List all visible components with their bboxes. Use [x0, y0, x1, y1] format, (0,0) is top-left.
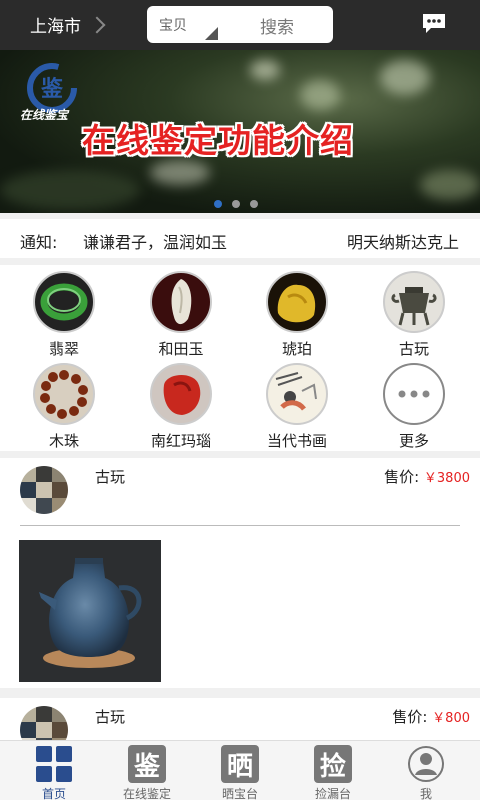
divider: [20, 525, 460, 526]
user-icon: [408, 746, 444, 782]
svg-text:鉴: 鉴: [40, 77, 64, 102]
category-label: 琥珀: [281, 340, 312, 358]
chevron-right-icon: [88, 16, 106, 33]
nav-showcase[interactable]: 晒 晒宝台: [192, 745, 288, 800]
amber-icon: [266, 271, 328, 333]
showcase-icon: 晒: [221, 745, 259, 783]
notice-bar[interactable]: 通知: 谦谦君子，温润如玉 明天纳斯达克上: [0, 219, 480, 258]
category-label: 翡翠: [48, 340, 79, 358]
category-jade[interactable]: 翡翠: [14, 271, 114, 359]
more-icon: [383, 363, 445, 425]
category-label: 南红玛瑙: [150, 432, 211, 450]
price-value: ￥3800: [423, 471, 470, 486]
nav-home[interactable]: 首页: [6, 745, 102, 800]
search-button[interactable]: 搜索: [260, 13, 294, 38]
price-value: ￥800: [432, 711, 470, 726]
logo-text: 在线鉴宝: [20, 108, 69, 122]
banner-title: 在线鉴定功能介绍: [82, 121, 354, 160]
product-card[interactable]: 古玩 售价: ￥3800: [0, 458, 480, 688]
price-label: 售价:: [384, 468, 420, 486]
search-category[interactable]: 宝贝: [159, 15, 187, 35]
red-agate-icon: [150, 363, 212, 425]
product-card[interactable]: 古玩 售价: ￥800: [0, 698, 480, 742]
carousel-dots: [214, 200, 258, 208]
city-label: 上海市: [30, 17, 81, 37]
nav-label: 晒宝台: [221, 787, 258, 800]
search-bar[interactable]: 宝贝 搜索: [147, 6, 333, 43]
city-selector[interactable]: 上海市: [30, 12, 106, 37]
painting-icon: [266, 363, 328, 425]
category-hetian-jade[interactable]: 和田玉: [131, 271, 231, 359]
category-red-agate[interactable]: 南红玛瑙: [131, 363, 231, 451]
category-more[interactable]: 更多: [364, 363, 464, 451]
notice-label: 通知:: [20, 233, 58, 252]
message-icon[interactable]: [421, 12, 447, 34]
avatar[interactable]: [20, 706, 68, 742]
price-label: 售价:: [392, 708, 428, 726]
nav-label: 我: [419, 787, 432, 800]
avatar[interactable]: [20, 466, 68, 514]
wood-beads-icon: [33, 363, 95, 425]
nav-online-appraisal[interactable]: 鉴 在线鉴定: [99, 745, 195, 800]
nav-bargain[interactable]: 捡 捡漏台: [285, 745, 381, 800]
product-price: 售价: ￥800: [392, 706, 470, 727]
carousel-dot[interactable]: [250, 200, 258, 208]
dropdown-triangle-icon: [205, 27, 218, 40]
carousel-dot[interactable]: [232, 200, 240, 208]
nav-label: 捡漏台: [314, 787, 351, 800]
top-bar: 上海市 宝贝 搜索: [0, 0, 480, 50]
category-label: 古玩: [398, 340, 429, 358]
category-label: 更多: [398, 432, 429, 450]
product-image[interactable]: [19, 540, 161, 682]
bottom-nav: 首页 鉴 在线鉴定 晒 晒宝台 捡 捡漏台 我: [0, 740, 480, 800]
hetian-jade-icon: [150, 271, 212, 333]
banner-carousel[interactable]: 鉴 在线鉴宝 在线鉴定功能介绍: [0, 50, 480, 213]
product-price: 售价: ￥3800: [384, 466, 470, 487]
category-antique[interactable]: 古玩: [364, 271, 464, 359]
bargain-icon: 捡: [314, 745, 352, 783]
nav-label: 首页: [41, 787, 66, 800]
notice-text: 谦谦君子，温润如玉: [83, 233, 228, 252]
category-grid: 翡翠 和田玉 琥珀 古玩 木珠 南红玛瑙 当代书画 更多: [0, 265, 480, 451]
category-painting[interactable]: 当代书画: [247, 363, 347, 451]
appraisal-icon: 鉴: [128, 745, 166, 783]
category-wood-beads[interactable]: 木珠: [14, 363, 114, 451]
category-amber[interactable]: 琥珀: [247, 271, 347, 359]
category-label: 当代书画: [266, 432, 327, 450]
category-label: 和田玉: [158, 340, 204, 358]
jade-bangle-icon: [33, 271, 95, 333]
nav-label: 在线鉴定: [122, 787, 171, 800]
notice-text-scroll: 明天纳斯达克上: [347, 233, 460, 252]
antique-bronze-icon: [383, 271, 445, 333]
home-grid-icon: [36, 746, 72, 782]
product-name: 古玩: [95, 708, 126, 726]
product-name: 古玩: [95, 468, 126, 486]
carousel-dot[interactable]: [214, 200, 222, 208]
nav-me[interactable]: 我: [378, 745, 474, 800]
category-label: 木珠: [48, 432, 79, 450]
